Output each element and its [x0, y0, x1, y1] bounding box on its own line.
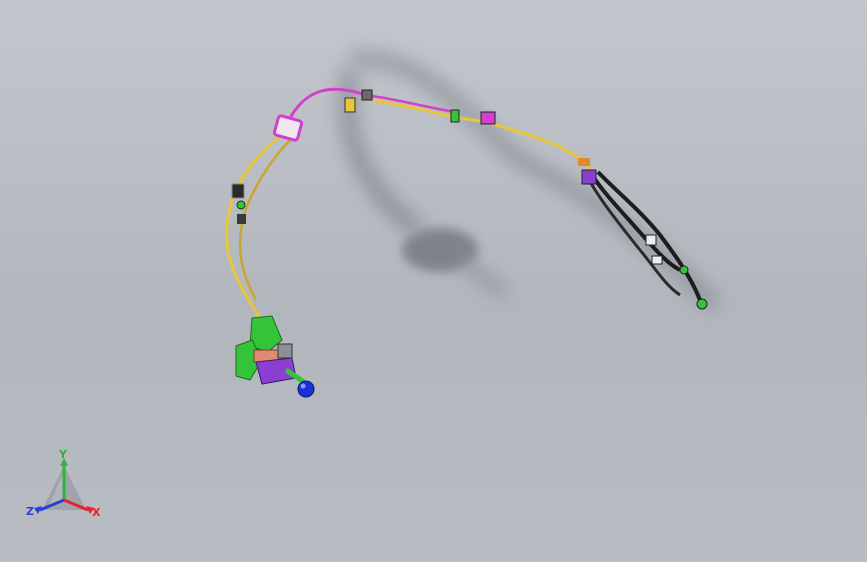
shift-knob — [297, 380, 315, 398]
model-shadow — [338, 52, 720, 310]
connector-block-left — [272, 114, 304, 142]
shift-knob-highlight — [300, 383, 306, 389]
clip-top-1 — [344, 97, 356, 113]
triad-z-label: Z — [26, 505, 34, 518]
triad-y-label: Y — [58, 448, 68, 461]
clip-right-purple — [581, 169, 597, 185]
cable-end-green-1 — [679, 265, 689, 275]
cable-left-inner — [238, 137, 293, 301]
clip-top-2 — [361, 89, 373, 101]
cable-end-green-2 — [696, 298, 708, 310]
shifter-gray-bracket — [277, 343, 293, 359]
clip-top-magenta — [480, 111, 496, 125]
clip-left-upper — [231, 183, 245, 199]
axis-triad[interactable]: Y X Z — [24, 448, 108, 526]
clip-left-lower — [237, 214, 246, 224]
cable-left-outer — [225, 130, 286, 319]
cad-viewport[interactable] — [0, 0, 867, 562]
triad-x-label: X — [92, 506, 101, 519]
cable-magenta — [286, 87, 374, 123]
clip-black-white-2 — [651, 255, 663, 265]
clip-left-green — [236, 200, 246, 210]
shifter-assembly[interactable] — [235, 315, 315, 398]
clip-top-green — [450, 109, 460, 123]
clip-right-orange — [578, 158, 590, 166]
clip-black-white — [645, 234, 657, 246]
